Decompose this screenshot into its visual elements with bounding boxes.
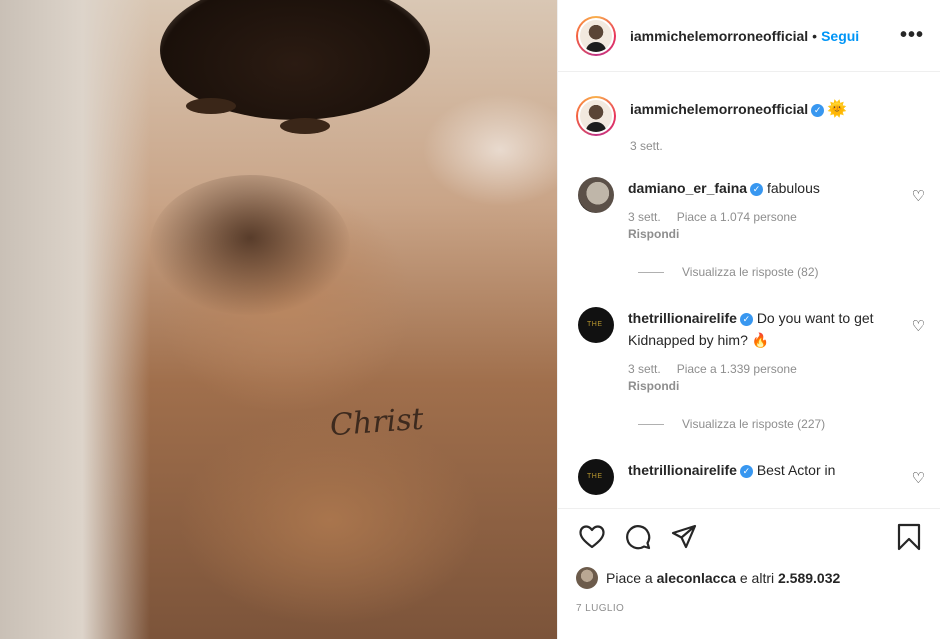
- caption-avatar[interactable]: [576, 96, 616, 136]
- view-replies-button[interactable]: Visualizza le risposte (82): [638, 265, 925, 279]
- view-replies-button[interactable]: Visualizza le risposte (227): [638, 417, 925, 431]
- header-separator: •: [812, 27, 818, 44]
- avatar[interactable]: [576, 15, 616, 56]
- comment-item: thetrillionairelife✓ Best Actor in ♡: [576, 459, 925, 495]
- header-username[interactable]: iammichelemorroneofficial: [630, 28, 808, 44]
- bookmark-icon[interactable]: [893, 521, 925, 553]
- view-replies-label: Visualizza le risposte (82): [682, 265, 819, 279]
- likes-suffix: e altri: [735, 570, 778, 586]
- action-bar: [558, 509, 940, 565]
- comment-heart-icon[interactable]: ♡: [912, 317, 925, 335]
- comment-likes[interactable]: Piace a 1.339 persone: [677, 362, 797, 376]
- caption-time[interactable]: 3 sett.: [630, 139, 847, 153]
- comment-avatar[interactable]: [578, 307, 614, 343]
- post-date[interactable]: 7 LUGLIO: [558, 603, 940, 614]
- comment-text: fabulous: [766, 180, 820, 196]
- photo-eye-left: [186, 98, 236, 114]
- liker-username[interactable]: aleconlacca: [657, 570, 736, 586]
- likes-count[interactable]: 2.589.032: [778, 570, 840, 586]
- photo-beard: [150, 175, 350, 315]
- replies-divider: [638, 423, 664, 425]
- caption-username[interactable]: iammichelemorroneofficial: [630, 101, 808, 117]
- verified-icon: ✓: [739, 313, 753, 326]
- post-header: iammichelemorroneofficial • Segui •••: [558, 0, 940, 72]
- replies-divider: [638, 271, 664, 273]
- comment-text: Best Actor in: [756, 462, 836, 478]
- photo-background-wall: [0, 0, 150, 639]
- comment-time[interactable]: 3 sett.: [628, 210, 661, 224]
- post-actions-section: Piace a aleconlacca e altri 2.589.032 7 …: [558, 508, 940, 639]
- comment-heart-icon[interactable]: ♡: [912, 187, 925, 205]
- post-photo[interactable]: Christ: [0, 0, 557, 639]
- comment-time[interactable]: 3 sett.: [628, 362, 661, 376]
- reply-button[interactable]: Rispondi: [628, 378, 898, 395]
- comments-list[interactable]: iammichelemorroneofficial ✓ 🌞 3 sett. dami…: [558, 72, 940, 508]
- follow-button[interactable]: Segui: [821, 28, 859, 44]
- comment-likes[interactable]: Piace a 1.074 persone: [677, 210, 797, 224]
- reply-button[interactable]: Rispondi: [628, 226, 898, 243]
- likes-prefix: Piace a: [606, 570, 657, 586]
- post-caption: iammichelemorroneofficial ✓ 🌞 3 sett.: [576, 72, 925, 153]
- comment-avatar[interactable]: [578, 177, 614, 213]
- comment-icon[interactable]: [622, 521, 654, 553]
- more-icon[interactable]: •••: [900, 24, 924, 47]
- comment-heart-icon[interactable]: ♡: [912, 469, 925, 487]
- post-side-panel: iammichelemorroneofficial • Segui ••• ia…: [557, 0, 940, 639]
- comment-username[interactable]: damiano_er_faina: [628, 180, 747, 196]
- verified-icon: ✓: [811, 104, 825, 117]
- photo-tattoo: Christ: [328, 401, 425, 444]
- heart-icon[interactable]: [576, 521, 608, 553]
- comment-item: damiano_er_faina ✓ fabulous 3 sett. Piace …: [576, 177, 925, 243]
- comment-item: thetrillionairelife✓ Do you want to get …: [576, 307, 925, 395]
- comment-username[interactable]: thetrillionairelife: [628, 310, 737, 326]
- photo-eye-right: [280, 118, 330, 134]
- verified-icon: ✓: [750, 183, 764, 196]
- likes-summary[interactable]: Piace a aleconlacca e altri 2.589.032: [558, 567, 940, 589]
- comment-username[interactable]: thetrillionairelife: [628, 462, 737, 478]
- comment-avatar[interactable]: [578, 459, 614, 495]
- verified-icon: ✓: [739, 465, 753, 478]
- liker-avatar: [576, 567, 598, 589]
- share-icon[interactable]: [668, 521, 700, 553]
- view-replies-label: Visualizza le risposte (227): [682, 417, 826, 431]
- caption-emoji: 🌞: [827, 101, 848, 118]
